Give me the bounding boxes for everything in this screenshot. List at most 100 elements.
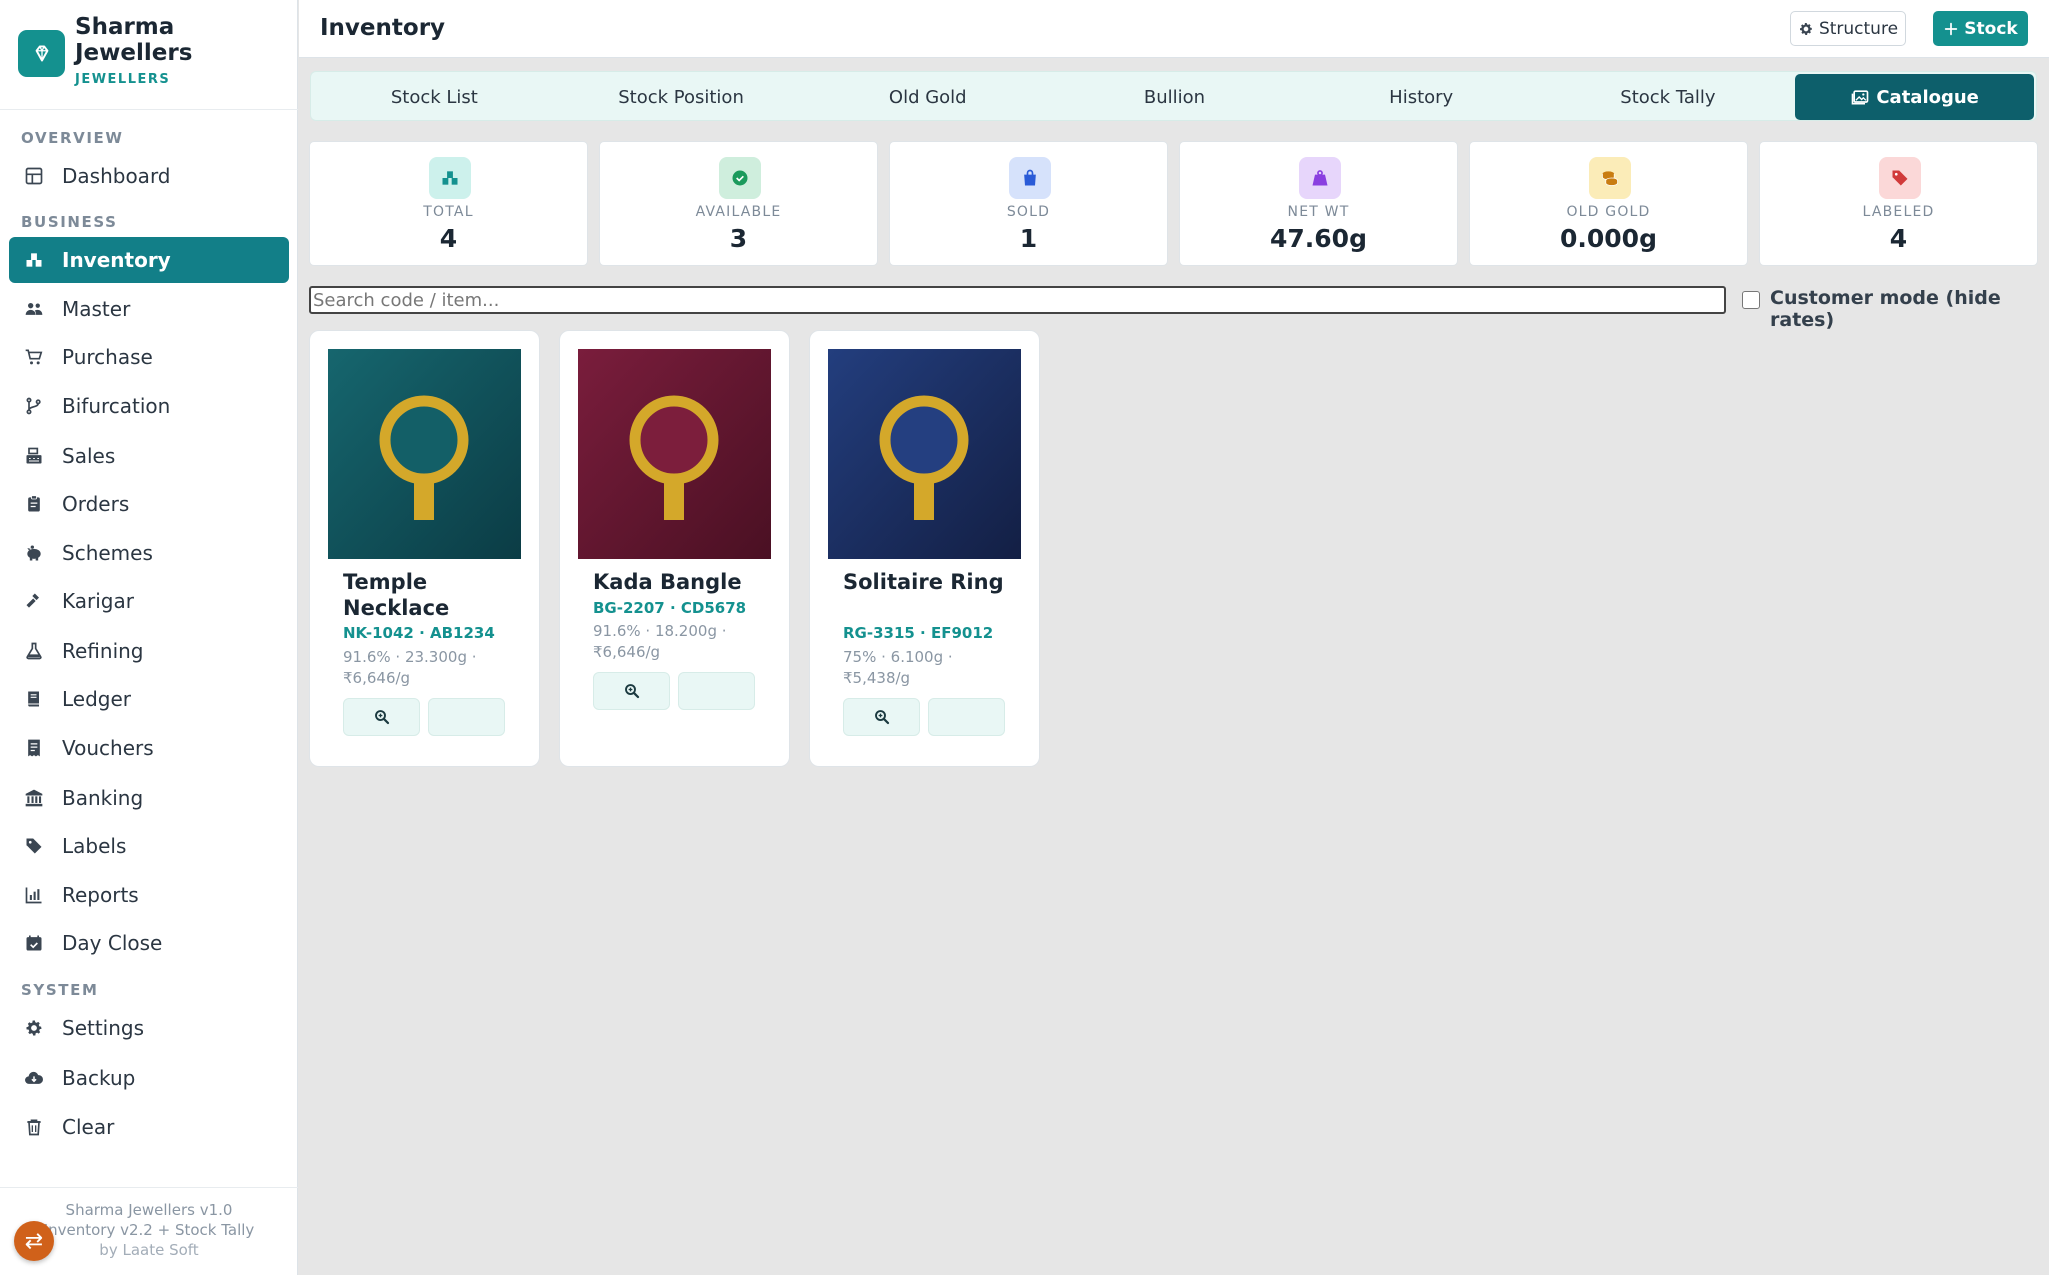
sidebar-item-label: Banking: [62, 786, 144, 810]
receipt-icon: [23, 737, 45, 759]
product-name: Temple Necklace: [343, 570, 450, 620]
coins-icon: [1589, 157, 1631, 199]
sidebar-item-orders[interactable]: Orders: [9, 481, 289, 527]
zoom-button[interactable]: [343, 698, 420, 736]
zoom-button[interactable]: [843, 698, 920, 736]
brand-name: Sharma Jewellers: [75, 14, 193, 66]
product-card[interactable]: Solitaire Ring RG-3315 · EF9012 75% · 6.10…: [809, 330, 1040, 767]
boxes-icon: [429, 157, 471, 199]
stat-value: 47.60g: [1270, 224, 1367, 253]
zoom-button[interactable]: [593, 672, 670, 710]
action-button[interactable]: [428, 698, 505, 736]
branch-icon: [23, 395, 45, 417]
sidebar-item-label: Sales: [62, 444, 116, 468]
add-stock-button-label: Stock: [1964, 18, 2018, 39]
sidebar-item-master[interactable]: Master: [9, 286, 289, 332]
gear-icon: [1799, 22, 1812, 35]
customer-mode-checkbox[interactable]: [1742, 291, 1760, 309]
stat-card-labeled: LABELED 4: [1759, 141, 2038, 266]
brand-subtitle: JEWELLERS: [75, 72, 171, 87]
action-button[interactable]: [678, 672, 755, 710]
add-stock-button[interactable]: Stock: [1933, 11, 2028, 46]
sidebar-item-labels[interactable]: Labels: [9, 823, 289, 869]
product-code: RG-3315 · EF9012: [843, 624, 994, 642]
sidebar-item-sales[interactable]: Sales: [9, 433, 289, 479]
cloud-download-icon: [23, 1067, 45, 1089]
zoom-icon: [874, 710, 889, 725]
stat-label: LABELED: [1862, 204, 1935, 220]
stat-label: SOLD: [1006, 204, 1051, 220]
sidebar-item-clear[interactable]: Clear: [9, 1104, 289, 1150]
sidebar-item-reports[interactable]: Reports: [9, 872, 289, 918]
switch-icon[interactable]: ⇄: [14, 1221, 54, 1261]
stat-card-sold: SOLD 1: [889, 141, 1168, 266]
sidebar-item-schemes[interactable]: Schemes: [9, 530, 289, 576]
sidebar-item-dashboard[interactable]: Dashboard: [9, 153, 289, 199]
product-card[interactable]: Temple Necklace NK-1042 · AB1234 91.6% · 2…: [309, 330, 540, 767]
bank-icon: [23, 787, 45, 809]
page-title: Inventory: [320, 15, 446, 41]
sidebar-item-label: Schemes: [62, 541, 153, 565]
gear-icon: [23, 1017, 45, 1039]
sidebar-item-inventory[interactable]: Inventory: [9, 237, 289, 283]
sidebar-item-refining[interactable]: Refining: [9, 628, 289, 674]
search-input[interactable]: [309, 286, 1726, 314]
sidebar-item-purchase[interactable]: Purchase: [9, 334, 289, 380]
tag-icon: [1879, 157, 1921, 199]
tab-history[interactable]: History: [1298, 74, 1545, 120]
sidebar-item-label: Labels: [62, 834, 127, 858]
action-button[interactable]: [928, 698, 1005, 736]
cash-register-icon: [23, 445, 45, 467]
sidebar-item-vouchers[interactable]: Vouchers: [9, 725, 289, 771]
clipboard-icon: [23, 493, 45, 515]
tab-stock-list[interactable]: Stock List: [311, 74, 558, 120]
trash-icon: [23, 1116, 45, 1138]
section-label-business: BUSINESS: [21, 213, 118, 231]
tab-catalogue[interactable]: Catalogue: [1795, 74, 2034, 120]
product-rate: ₹5,438/g: [843, 669, 911, 687]
sidebar-item-settings[interactable]: Settings: [9, 1005, 289, 1051]
tab-label: Bullion: [1143, 86, 1206, 108]
stat-label: AVAILABLE: [695, 204, 782, 220]
tab-stock-tally[interactable]: Stock Tally: [1545, 74, 1792, 120]
inventory-icon: [23, 249, 45, 271]
plus-icon: [1945, 22, 1958, 35]
footer-app-version: Sharma Jewellers v1.0: [65, 1201, 233, 1219]
stat-value: 0.000g: [1560, 224, 1657, 253]
sidebar-item-label: Ledger: [62, 687, 132, 711]
sidebar-item-backup[interactable]: Backup: [9, 1055, 289, 1101]
product-code: NK-1042 · AB1234: [343, 624, 495, 642]
zoom-icon: [374, 710, 389, 725]
sidebar-item-label: Refining: [62, 639, 144, 663]
topbar: Inventory Structure Stock: [299, 0, 2049, 58]
customer-mode-label[interactable]: Customer mode (hide rates): [1770, 287, 2049, 331]
weight-icon: [1299, 157, 1341, 199]
stat-value: 4: [439, 224, 458, 253]
sidebar-item-bifurcation[interactable]: Bifurcation: [9, 383, 289, 429]
sidebar-item-label: Master: [62, 297, 131, 321]
tab-label: Stock Tally: [1620, 86, 1716, 108]
jewel-placeholder-image: [328, 349, 521, 559]
structure-button[interactable]: Structure: [1790, 11, 1906, 46]
sidebar-item-day-close[interactable]: Day Close: [9, 920, 289, 966]
brand: Sharma Jewellers JEWELLERS: [0, 0, 298, 110]
product-purity-weight: 75% · 6.100g ·: [843, 648, 953, 666]
hammer-icon: [23, 590, 45, 612]
inventory-tabs: Stock List Stock Position Old Gold Bullion H…: [310, 71, 2037, 121]
product-card[interactable]: Kada Bangle BG-2207 · CD5678 91.6% · 18.20…: [559, 330, 790, 767]
product-name: Kada Bangle: [593, 570, 742, 594]
sidebar-item-ledger[interactable]: Ledger: [9, 676, 289, 722]
book-icon: [23, 688, 45, 710]
tab-old-gold[interactable]: Old Gold: [804, 74, 1051, 120]
sidebar-item-label: Settings: [62, 1016, 145, 1040]
product-code: BG-2207 · CD5678: [593, 599, 747, 617]
product-name: Solitaire Ring: [843, 570, 1004, 594]
stat-value: 1: [1019, 224, 1038, 253]
sidebar-item-karigar[interactable]: Karigar: [9, 578, 289, 624]
images-icon: [1852, 90, 1869, 105]
sidebar-item-label: Inventory: [62, 248, 171, 272]
sidebar-item-banking[interactable]: Banking: [9, 775, 289, 821]
tab-stock-position[interactable]: Stock Position: [558, 74, 805, 120]
stat-card-old-gold: OLD GOLD 0.000g: [1469, 141, 1748, 266]
tab-bullion[interactable]: Bullion: [1051, 74, 1298, 120]
